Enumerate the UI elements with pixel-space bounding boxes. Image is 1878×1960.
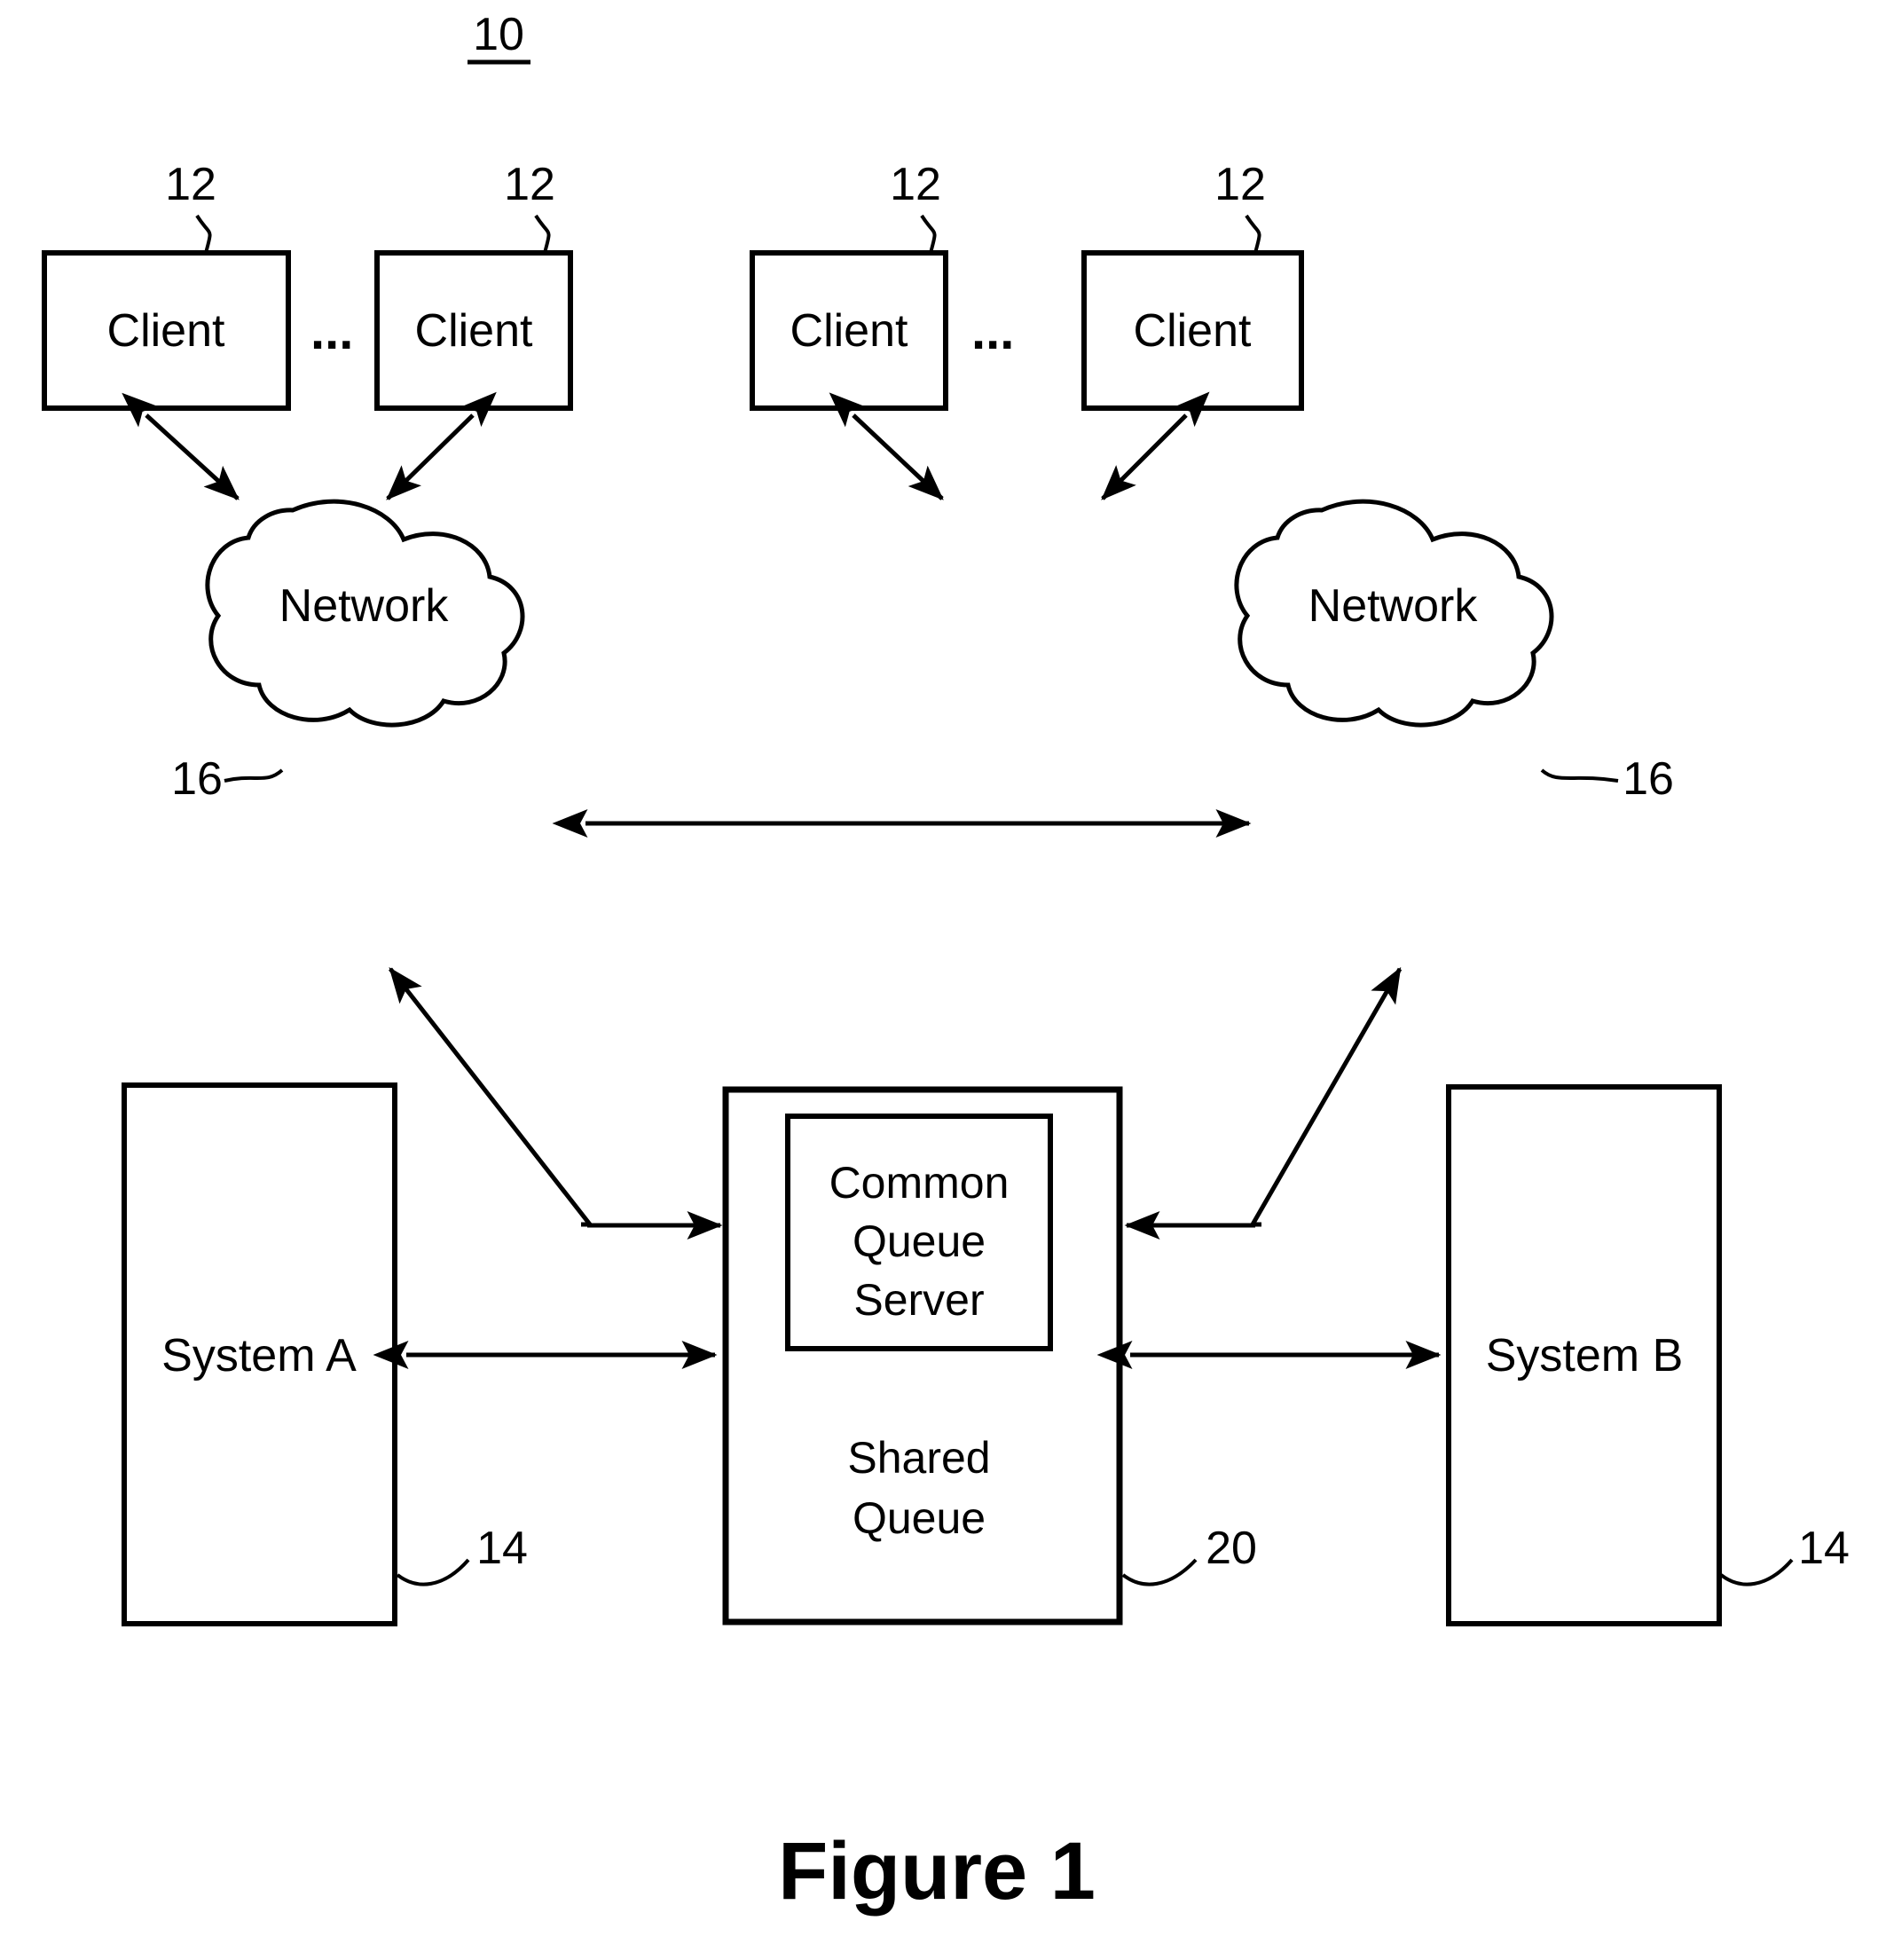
arrow-client1-network-left [122, 392, 240, 500]
patent-figure-canvas: 10 Client 12 ... Client 12 Client 12 ...… [42, 9, 1850, 1917]
figure-page: 10 Client 12 ... Client 12 Client 12 ...… [0, 0, 1878, 1960]
client-box-2-label: Client [415, 305, 533, 357]
shared-queue-line1: Shared [847, 1433, 990, 1483]
client-box-3-group: Client 12 [750, 159, 948, 411]
client-box-2-leader-line [534, 214, 551, 254]
client-box-4-leader-line [1245, 214, 1261, 254]
common-queue-server-line1: Common [829, 1158, 1010, 1208]
ellipsis-left: ... [310, 303, 353, 360]
arrow-client2-network-left [386, 391, 497, 500]
system-b-label: System B [1486, 1330, 1684, 1381]
shared-queue-leader-line [1121, 1558, 1198, 1586]
client-box-1-leader-line [195, 214, 212, 254]
client-box-3-leader-line [920, 214, 937, 254]
shared-queue-line2: Queue [853, 1493, 986, 1543]
figure-ref-10: 10 [473, 9, 524, 60]
ellipsis-left-group: ... [310, 303, 353, 360]
system-b-leader-line [1719, 1558, 1794, 1586]
network-cloud-left-group: Network 16 [171, 499, 525, 805]
arrow-client4-network-right [1101, 391, 1210, 500]
network-cloud-right-leader-line [1540, 768, 1619, 783]
arrow-client3-network-right [829, 392, 944, 500]
client-box-2-group: Client 12 [374, 159, 573, 411]
arrow-queue-to-network-left [389, 967, 595, 1227]
client-box-1-ref: 12 [165, 159, 216, 210]
network-cloud-right-label: Network [1308, 580, 1479, 632]
figure-ref-10-group: 10 [468, 9, 530, 65]
network-cloud-right-ref: 16 [1623, 753, 1674, 805]
client-box-3-label: Client [790, 305, 908, 357]
client-box-1-label: Client [107, 305, 225, 357]
client-box-3-ref: 12 [890, 159, 941, 210]
client-box-1-group: Client 12 [42, 159, 291, 411]
client-box-4-label: Client [1134, 305, 1252, 357]
system-b-group: System B 14 [1446, 1084, 1850, 1626]
ellipsis-right-group: ... [971, 303, 1014, 360]
network-cloud-left-label: Network [279, 580, 450, 632]
system-b-ref: 14 [1798, 1523, 1850, 1574]
system-a-leader-line [396, 1558, 470, 1586]
network-cloud-left-leader-line [224, 768, 284, 783]
ellipsis-right: ... [971, 303, 1014, 360]
network-cloud-right-group: Network 16 [1234, 499, 1674, 805]
network-cloud-left-ref: 16 [171, 753, 223, 805]
shared-queue-ref: 20 [1206, 1523, 1257, 1574]
common-queue-server-line3: Server [853, 1275, 984, 1325]
figure-caption: Figure 1 [778, 1826, 1096, 1917]
system-a-ref: 14 [476, 1523, 528, 1574]
common-queue-server-line2: Queue [853, 1216, 986, 1266]
system-a-label: System A [161, 1330, 357, 1381]
client-box-4-ref: 12 [1214, 159, 1266, 210]
client-box-2-ref: 12 [504, 159, 555, 210]
arrow-queue-to-network-right [1248, 966, 1403, 1227]
client-box-4-group: Client 12 [1081, 159, 1304, 411]
